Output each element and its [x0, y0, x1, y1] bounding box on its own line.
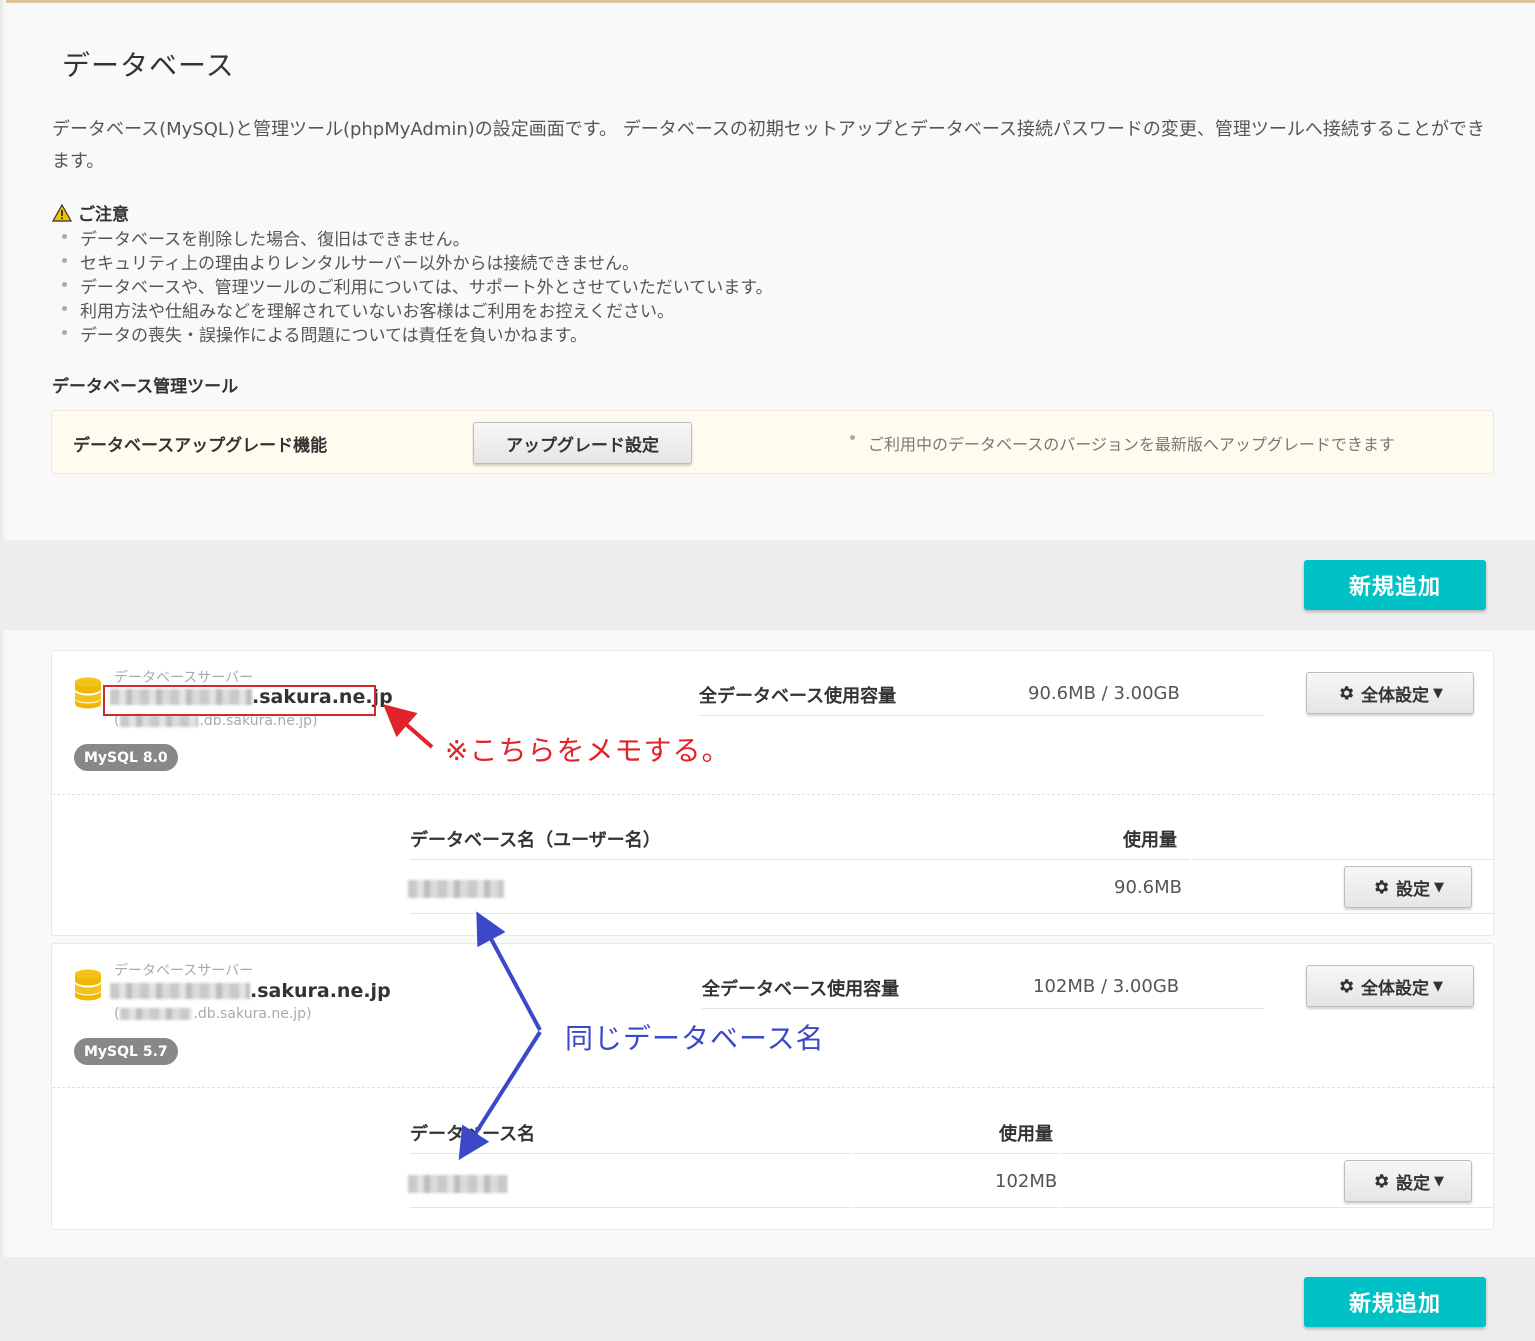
caution-heading-text: ご注意	[78, 205, 129, 225]
global-settings-label: 全体設定	[1361, 978, 1429, 999]
gear-icon	[1340, 686, 1354, 700]
dashed-separator	[52, 1087, 1495, 1088]
usage-header: 使用量	[1123, 830, 1177, 851]
host-suffix: .sakura.ne.jp	[250, 980, 391, 1002]
mysql-version-badge: MySQL 5.7	[74, 1038, 178, 1065]
caution-list: データベースを削除した場合、復旧はできません。 セキュリティ上の理由よりレンタル…	[58, 228, 773, 348]
global-settings-button[interactable]: 全体設定 ▼	[1306, 965, 1474, 1007]
gear-icon	[1340, 979, 1354, 993]
db-usage-value: 90.6MB	[1114, 877, 1182, 898]
server-subhost: ( .db.sakura.ne.jp)	[114, 1006, 312, 1022]
server-label: データベースサーバー	[114, 963, 254, 979]
db-name-header: データベース名	[410, 1124, 536, 1145]
upgrade-label: データベースアップグレード機能	[73, 436, 328, 456]
mysql-version-badge: MySQL 8.0	[74, 744, 178, 771]
upgrade-panel: データベースアップグレード機能 アップグレード設定 ご利用中のデータベースのバー…	[51, 410, 1494, 474]
divider	[699, 715, 1264, 716]
divider	[410, 1153, 850, 1154]
redacted-db-name	[408, 1175, 508, 1193]
same-db-annotation: 同じデータベース名	[565, 1022, 825, 1055]
chevron-down-icon: ▼	[1433, 685, 1443, 701]
db-settings-button[interactable]: 設定 ▼	[1344, 866, 1472, 908]
total-usage-value: 90.6MB / 3.00GB	[1028, 683, 1180, 704]
divider	[702, 1008, 1264, 1009]
top-accent-line	[0, 0, 1535, 3]
caution-heading: ご注意	[52, 200, 129, 225]
database-icon	[75, 969, 101, 1001]
db-name-header: データベース名（ユーザー名）	[410, 830, 661, 851]
global-settings-label: 全体設定	[1361, 685, 1429, 706]
gear-icon	[1375, 1174, 1389, 1188]
divider	[410, 859, 1190, 860]
redacted-host	[110, 983, 250, 999]
db-settings-label: 設定	[1396, 1173, 1430, 1194]
page-title: データベース	[62, 49, 235, 82]
add-new-button-top[interactable]: 新規追加	[1304, 560, 1486, 610]
divider	[410, 1207, 850, 1208]
total-usage-label: 全データベース使用容量	[702, 979, 900, 1000]
caution-item: セキュリティ上の理由よりレンタルサーバー以外からは接続できません。	[58, 252, 773, 276]
redacted-db-name	[408, 880, 504, 898]
db-usage-value: 102MB	[995, 1171, 1058, 1192]
divider	[852, 1153, 1060, 1154]
subhost-open: (	[114, 1006, 120, 1022]
highlight-box	[103, 685, 376, 716]
caution-item: 利用方法や仕組みなどを理解されていないお客様はご利用をお控えください。	[58, 300, 773, 324]
caution-item: データベースや、管理ツールのご利用については、サポート外とさせていただいています…	[58, 276, 773, 300]
dashed-separator	[52, 794, 1495, 795]
gear-icon	[1375, 880, 1389, 894]
database-icon	[75, 677, 101, 709]
chevron-down-icon: ▼	[1434, 879, 1444, 895]
subhost-suffix: .db.sakura.ne.jp)	[193, 1006, 312, 1022]
memo-annotation: ※こちらをメモする。	[445, 734, 731, 767]
divider	[852, 1207, 1060, 1208]
global-settings-button[interactable]: 全体設定 ▼	[1306, 672, 1474, 714]
warning-icon	[52, 203, 72, 222]
divider	[1062, 1207, 1494, 1208]
db-server-card: データベースサーバー .sakura.ne.jp ( .db.sakura.ne…	[51, 943, 1495, 1230]
tools-heading: データベース管理ツール	[52, 377, 239, 397]
divider	[1062, 1153, 1494, 1154]
server-label: データベースサーバー	[114, 670, 254, 686]
db-settings-label: 設定	[1396, 879, 1430, 900]
redacted-subhost	[120, 715, 199, 727]
db-settings-button[interactable]: 設定 ▼	[1344, 1160, 1472, 1202]
add-new-button-bottom[interactable]: 新規追加	[1304, 1277, 1486, 1327]
page-description: データベース(MySQL)と管理ツール(phpMyAdmin)の設定画面です。 …	[52, 119, 1485, 172]
total-usage-value: 102MB / 3.00GB	[1033, 976, 1180, 997]
caution-item: データベースを削除した場合、復旧はできません。	[58, 228, 773, 252]
total-usage-label: 全データベース使用容量	[699, 686, 897, 707]
upgrade-note: ご利用中のデータベースのバージョンを最新版へアップグレードできます	[848, 431, 1395, 455]
redacted-subhost	[120, 1008, 193, 1020]
divider	[410, 913, 1495, 914]
server-hostname: .sakura.ne.jp	[110, 980, 391, 1002]
divider	[1192, 859, 1494, 860]
chevron-down-icon: ▼	[1433, 978, 1443, 994]
usage-header: 使用量	[999, 1124, 1053, 1145]
left-edge-shade	[0, 0, 6, 1341]
upgrade-settings-button[interactable]: アップグレード設定	[473, 422, 692, 464]
caution-item: データの喪失・誤操作による問題については責任を負いかねます。	[58, 324, 773, 348]
chevron-down-icon: ▼	[1434, 1173, 1444, 1189]
